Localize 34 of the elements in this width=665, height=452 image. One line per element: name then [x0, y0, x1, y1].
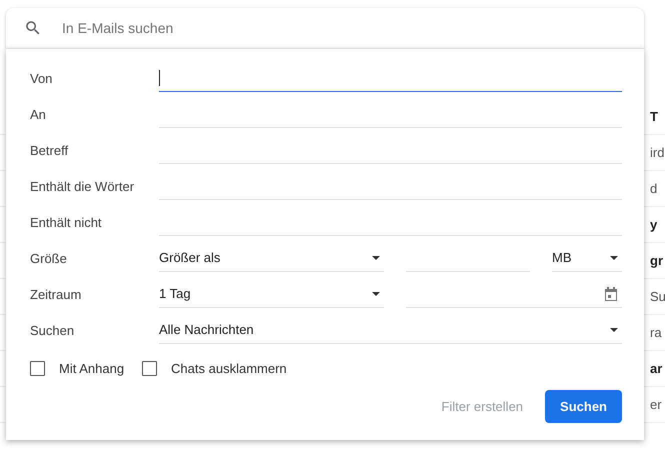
email-snippet: ar	[650, 361, 662, 376]
email-snippet: y	[650, 217, 658, 232]
search-input[interactable]: In E-Mails suchen	[60, 19, 626, 37]
field-label: Zeitraum	[30, 287, 82, 304]
checkbox[interactable]	[30, 361, 45, 376]
email-snippet: gr	[650, 253, 663, 268]
email-snippet: ird	[650, 145, 664, 160]
field-label: Größe	[30, 251, 68, 268]
calendar-icon	[604, 286, 618, 302]
dropdown-arrow-icon	[372, 292, 380, 296]
email-snippet: ra	[650, 325, 662, 340]
search-icon	[24, 19, 42, 37]
checkbox-option[interactable]: Mit Anhang	[30, 361, 124, 380]
dropdown[interactable]: Alle Nachrichten	[159, 316, 622, 344]
dropdown[interactable]: 1 Tag	[159, 280, 384, 308]
email-snippet: er	[650, 397, 662, 412]
email-snippet: T	[650, 109, 658, 124]
checkbox-option[interactable]: Chats ausklammern	[142, 361, 287, 380]
field-label: Suchen	[30, 323, 76, 340]
dropdown[interactable]: Größer als	[159, 244, 384, 272]
unit-dropdown[interactable]: MB	[552, 244, 622, 272]
checkbox[interactable]	[142, 361, 158, 376]
field-label: Enthält die Wörter	[30, 179, 136, 196]
search-bar[interactable]: In E-Mails suchen	[6, 8, 644, 48]
dropdown-arrow-icon	[372, 256, 380, 260]
field-label: Enthält nicht	[30, 215, 103, 232]
field-label: Betreff	[30, 143, 70, 160]
dropdown-arrow-icon	[610, 328, 618, 332]
search-button[interactable]: Suchen	[545, 390, 622, 423]
dropdown-arrow-icon	[610, 256, 618, 260]
email-snippet: d	[650, 181, 658, 196]
email-snippet: Su	[650, 289, 665, 304]
field-label: Von	[30, 71, 54, 88]
field-label: An	[30, 107, 47, 124]
